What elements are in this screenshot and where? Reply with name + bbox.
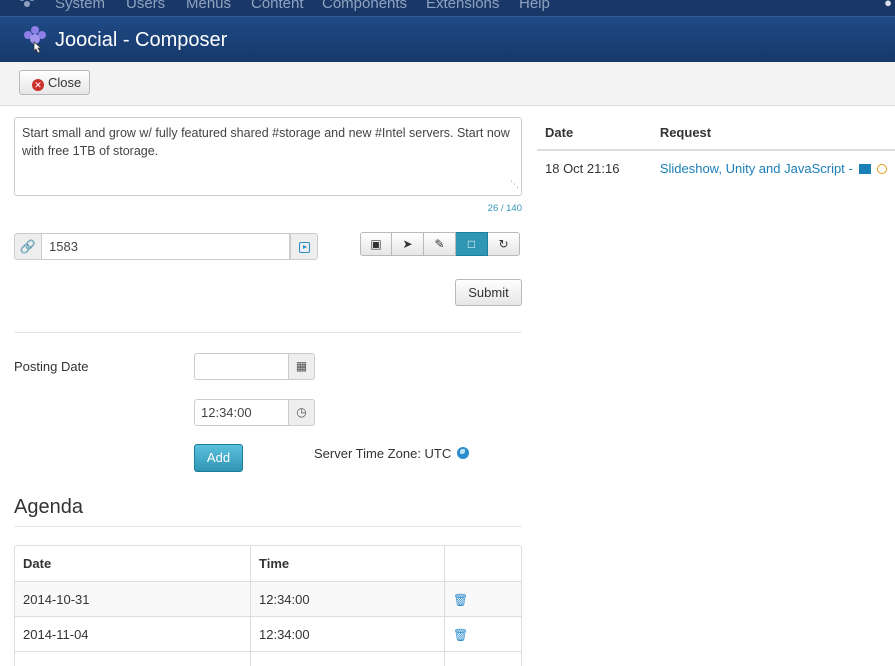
- submit-button[interactable]: Submit: [455, 279, 522, 306]
- agenda-heading: Agenda: [14, 496, 83, 518]
- url-input[interactable]: 1583: [41, 233, 290, 260]
- close-label: Close: [48, 75, 82, 90]
- column-header-actions: [444, 546, 521, 581]
- repeat-option-button[interactable]: ↻: [488, 232, 520, 256]
- column-header-time: Time: [250, 546, 444, 581]
- close-button[interactable]: ✕ Close: [19, 70, 90, 95]
- agenda-rule: [14, 526, 522, 527]
- page-header: Joocial - Composer: [0, 16, 895, 62]
- agenda-time: 12:34:00: [250, 581, 444, 616]
- posting-time-input[interactable]: 12:34:00: [194, 399, 289, 426]
- calendar-picker-button[interactable]: ▦: [288, 353, 315, 380]
- joocial-app-icon: [24, 26, 46, 54]
- globe-icon: [456, 447, 469, 459]
- post-options-group: ▣ ➤ ✎ □ ↻: [360, 232, 520, 256]
- agenda-date: 2014-11-04: [15, 616, 250, 651]
- posting-date-label: Posting Date: [14, 359, 89, 374]
- joomla-logo-icon[interactable]: [18, 0, 36, 8]
- link-icon: 🔗: [14, 233, 42, 260]
- add-button[interactable]: Add: [194, 444, 243, 472]
- message-textarea[interactable]: Start small and grow w/ fully featured s…: [14, 117, 522, 196]
- load-url-button[interactable]: [290, 233, 318, 260]
- resize-grip-icon[interactable]: ⋱: [510, 175, 519, 193]
- menu-menus[interactable]: Menus: [186, 0, 231, 12]
- trash-icon[interactable]: 🗑: [453, 628, 468, 642]
- request-date: 18 Oct 21:16: [537, 149, 652, 185]
- image-option-button[interactable]: ▣: [360, 232, 392, 256]
- now-option-button[interactable]: ➤: [392, 232, 424, 256]
- announce-option-button[interactable]: ✎: [424, 232, 456, 256]
- picture-icon: [859, 163, 872, 174]
- table-row: 2014-11-04 12:34:00 🗑: [15, 616, 521, 651]
- admin-menu-bar: System Users Menus Content Components Ex…: [0, 0, 895, 16]
- menu-components[interactable]: Components: [322, 0, 407, 12]
- divider: [14, 332, 522, 333]
- trash-icon[interactable]: 🗑: [453, 593, 468, 607]
- requests-table: Date Request 18 Oct 21:16 Slideshow, Uni…: [537, 116, 895, 185]
- arrow-up-circle-icon: ➤: [402, 237, 413, 251]
- image-icon: ▣: [370, 237, 382, 251]
- column-header-date: Date: [23, 556, 52, 571]
- column-header-request: Request: [651, 116, 895, 151]
- schedule-option-button[interactable]: □: [456, 232, 488, 256]
- time-picker-button[interactable]: ◷: [288, 399, 315, 426]
- bullhorn-icon: ✎: [434, 237, 445, 251]
- menu-users[interactable]: Users: [126, 0, 165, 12]
- column-header-date: Date: [537, 116, 652, 151]
- menu-help[interactable]: Help: [519, 0, 550, 12]
- table-row: [15, 651, 521, 666]
- clock-icon: ◷: [296, 405, 307, 419]
- menu-content[interactable]: Content: [251, 0, 304, 12]
- calendar-icon: ▦: [295, 359, 308, 373]
- table-row: 18 Oct 21:16 Slideshow, Unity and JavaSc…: [537, 149, 895, 185]
- clock-icon: [877, 163, 887, 174]
- agenda-time: 12:34:00: [250, 616, 444, 651]
- menu-extensions[interactable]: Extensions: [426, 0, 499, 12]
- table-row: 2014-10-31 12:34:00 🗑: [15, 581, 521, 616]
- calendar-icon: □: [467, 237, 476, 251]
- request-link[interactable]: Slideshow, Unity and JavaScript -: [660, 161, 853, 176]
- play-icon: [299, 242, 310, 253]
- timezone-text: Server Time Zone: UTC: [314, 446, 452, 461]
- char-counter: 26 / 140: [487, 203, 522, 214]
- menu-system[interactable]: System: [55, 0, 105, 12]
- agenda-table: Date Time 2014-10-31 12:34:00 🗑 2014-11-…: [14, 545, 522, 666]
- message-text: Start small and grow w/ fully featured s…: [22, 126, 510, 158]
- server-timezone: Server Time Zone: UTC: [314, 446, 469, 461]
- page-title: Joocial - Composer: [55, 29, 228, 51]
- refresh-icon: ↻: [498, 237, 509, 251]
- toolbar: ✕ Close: [0, 62, 895, 106]
- user-menu-icon[interactable]: ●: [884, 0, 892, 10]
- agenda-date: 2014-10-31: [15, 581, 250, 616]
- posting-date-input[interactable]: [194, 353, 289, 380]
- close-icon: ✕: [32, 79, 44, 91]
